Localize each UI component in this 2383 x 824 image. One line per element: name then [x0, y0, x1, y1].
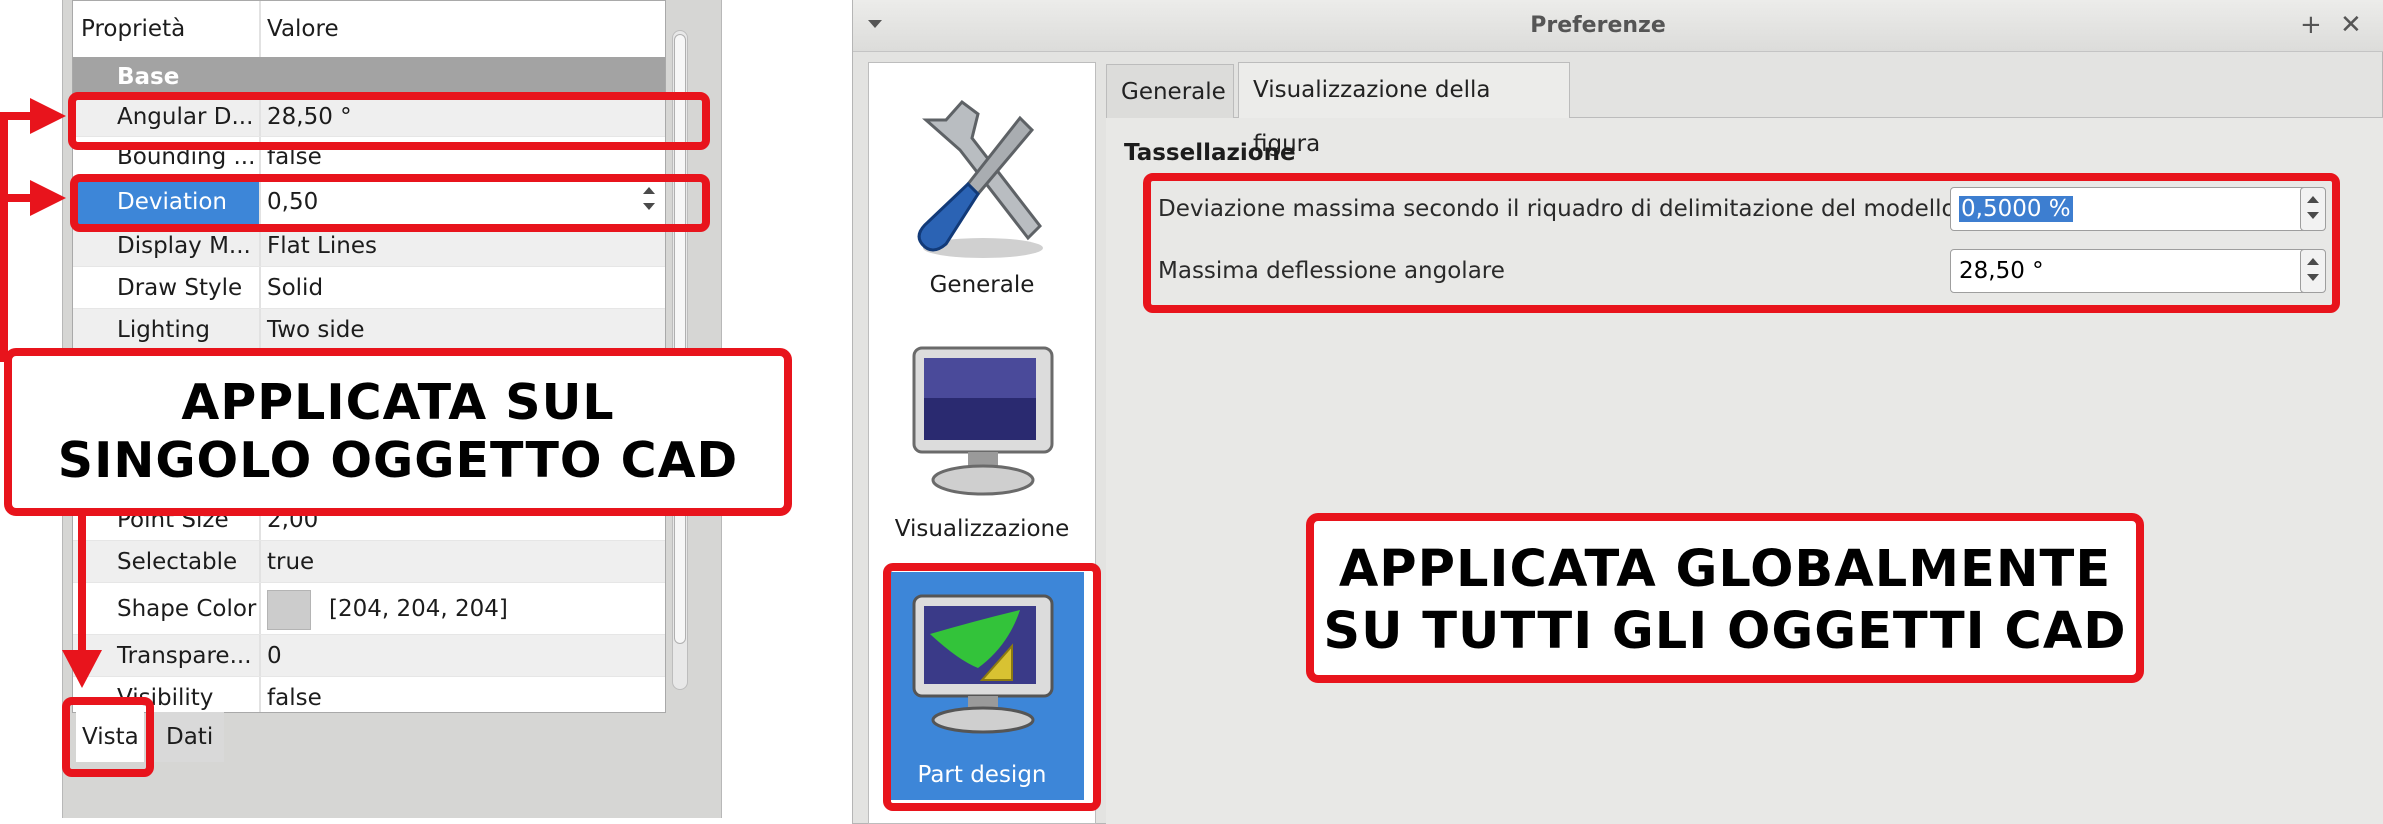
property-row-draw-style[interactable]: Draw Style Solid: [73, 267, 665, 309]
tab-visualizzazione-figura[interactable]: Visualizzazione della figura: [1238, 62, 1570, 157]
property-row-lighting[interactable]: Lighting Two side: [73, 309, 665, 351]
color-swatch[interactable]: [267, 589, 311, 630]
property-value[interactable]: true: [261, 541, 665, 583]
highlight-angular-deflection: [68, 92, 710, 150]
maximize-icon[interactable]: +: [2300, 12, 2322, 38]
highlight-part-design: [883, 563, 1101, 811]
property-row-visibility[interactable]: Visibility false: [73, 677, 665, 712]
arrow-right-icon: [30, 180, 66, 216]
property-table-header: Proprietà Valore: [73, 1, 665, 58]
category-visualizzazione[interactable]: Visualizzazione: [868, 516, 1096, 542]
callout-line: APPLICATA SUL: [181, 374, 615, 431]
callout-line: APPLICATA GLOBALMENTE: [1338, 540, 2112, 599]
close-icon[interactable]: ✕: [2340, 12, 2362, 38]
property-value: [204, 204, 204]: [329, 596, 508, 622]
category-generale[interactable]: Generale: [868, 272, 1096, 298]
property-value[interactable]: 0: [261, 635, 665, 677]
callout-per-object: APPLICATA SUL SINGOLO OGGETTO CAD: [4, 348, 792, 516]
annotation-arrow-line: [78, 510, 86, 660]
property-group-label: Base: [117, 64, 180, 90]
column-header-property[interactable]: Proprietà: [73, 1, 259, 57]
arrow-down-icon: [62, 650, 102, 688]
property-name: Lighting: [117, 317, 210, 343]
tab-generale[interactable]: Generale: [1106, 64, 1234, 118]
property-group-base[interactable]: Base: [73, 57, 665, 97]
highlight-tessellation-settings: [1143, 173, 2340, 313]
property-name: Shape Color: [117, 596, 257, 622]
property-name: Draw Style: [117, 275, 243, 301]
property-value[interactable]: Solid: [261, 267, 665, 309]
annotation-arrow-line: [0, 112, 8, 362]
column-header-value[interactable]: Valore: [261, 1, 665, 57]
highlight-vista-tab: [62, 697, 154, 777]
property-row-transparency[interactable]: Transpare... 0: [73, 635, 665, 677]
section-title-tassellazione: Tassellazione: [1124, 140, 1296, 166]
monitor-icon[interactable]: [908, 344, 1058, 504]
property-row-selectable[interactable]: Selectable true: [73, 541, 665, 583]
callout-global: APPLICATA GLOBALMENTE SU TUTTI GLI OGGET…: [1306, 513, 2144, 683]
callout-line: SU TUTTI GLI OGGETTI CAD: [1323, 602, 2127, 661]
highlight-deviation: [70, 174, 710, 232]
property-row-shape-color[interactable]: Shape Color [204, 204, 204]: [73, 583, 665, 635]
dialog-title: Preferenze: [1530, 13, 1666, 38]
tools-icon[interactable]: [908, 98, 1058, 268]
property-name: Selectable: [117, 549, 238, 575]
callout-line: SINGOLO OGGETTO CAD: [57, 432, 739, 489]
property-value[interactable]: Two side: [261, 309, 665, 351]
arrow-right-icon: [30, 98, 66, 134]
property-value[interactable]: false: [261, 677, 665, 712]
tab-dati[interactable]: Dati: [150, 712, 224, 762]
